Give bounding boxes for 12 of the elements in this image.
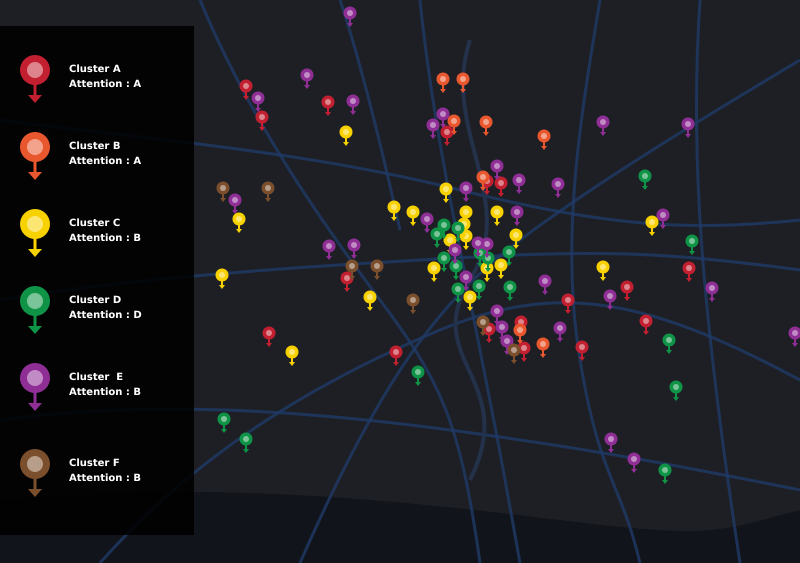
cluster-label: Cluster D [69, 295, 122, 306]
cluster-label: Cluster B [69, 141, 122, 152]
cluster-label: Cluster F [69, 458, 121, 469]
attention-label: Attention : B [69, 233, 141, 244]
attention-label: Attention : B [69, 387, 141, 398]
attention-label: Attention : A [69, 79, 142, 90]
cluster-label: Cluster C [69, 218, 122, 229]
cluster-label: Cluster A [69, 64, 122, 75]
cluster-label: Cluster E [69, 372, 124, 383]
attention-label: Attention : A [69, 156, 142, 167]
attention-label: Attention : B [69, 473, 141, 484]
attention-label: Attention : D [69, 310, 142, 321]
